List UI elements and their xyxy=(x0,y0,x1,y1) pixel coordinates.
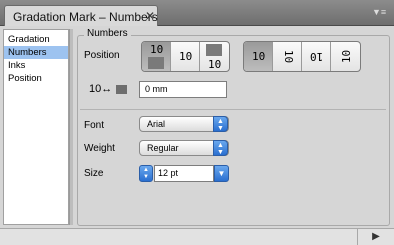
panel-body: Gradation Numbers Inks Position Numbers … xyxy=(0,26,394,228)
orientation-rotate-180-button[interactable]: 10 xyxy=(302,42,331,71)
close-icon[interactable]: ✕ xyxy=(145,9,155,23)
position-glyph: 10 xyxy=(252,50,266,63)
tab-gradation-mark-numbers[interactable]: Gradation Mark – Numbers ✕ xyxy=(4,5,158,27)
offset-icon: 10↔ xyxy=(89,83,113,95)
updown-arrows-icon: ▲ ▼ xyxy=(213,140,228,156)
orientation-segment-group: 10 10 10 10 xyxy=(243,41,361,72)
mark-square-icon xyxy=(148,57,164,69)
tab-title: Gradation Mark – Numbers xyxy=(13,10,158,24)
offset-square-icon xyxy=(116,85,127,94)
size-combo: ▲ ▼ 12 pt ▼ xyxy=(139,165,229,182)
list-item-position[interactable]: Position xyxy=(4,72,68,85)
rotated-glyph-icon: 10 xyxy=(340,49,354,64)
weight-label: Weight xyxy=(84,143,115,154)
tab-bar: Gradation Mark – Numbers ✕ ▼≡ xyxy=(0,0,394,27)
size-input[interactable]: 12 pt xyxy=(154,165,214,182)
rotated-glyph-icon: 10 xyxy=(310,50,324,63)
size-label: Size xyxy=(84,168,104,179)
position-glyph: 10 xyxy=(179,50,193,63)
panel-menu-icon[interactable]: ▼≡ xyxy=(372,7,386,17)
position-inside-button[interactable]: 10 xyxy=(171,42,200,71)
position-segment-group: 10 10 10 xyxy=(141,41,230,72)
position-below-button[interactable]: 10 xyxy=(200,42,229,71)
updown-arrows-icon: ▲ ▼ xyxy=(213,116,228,132)
font-value: Arial xyxy=(147,119,166,129)
position-glyph: 10 xyxy=(208,58,222,71)
offset-input[interactable]: 0 mm xyxy=(139,81,227,98)
weight-select[interactable]: Regular ▲ ▼ xyxy=(139,140,229,156)
status-bar: ▶ xyxy=(0,228,394,245)
divider xyxy=(80,109,386,110)
category-list: Gradation Numbers Inks Position xyxy=(3,29,69,225)
font-label: Font xyxy=(84,120,105,131)
position-label: Position xyxy=(84,50,120,61)
list-item-inks[interactable]: Inks xyxy=(4,59,68,72)
mark-square-icon xyxy=(206,44,222,56)
list-item-numbers[interactable]: Numbers xyxy=(4,46,68,59)
font-select[interactable]: Arial ▲ ▼ xyxy=(139,116,229,132)
size-dropdown-button[interactable]: ▼ xyxy=(214,165,229,182)
weight-value: Regular xyxy=(147,143,179,153)
position-glyph: 10 xyxy=(150,43,164,56)
position-above-button[interactable]: 10 xyxy=(142,42,171,71)
group-title: Numbers xyxy=(84,28,131,39)
orientation-rotate-270-button[interactable]: 10 xyxy=(331,42,360,71)
list-item-gradation[interactable]: Gradation xyxy=(4,33,68,46)
list-scrollbar[interactable] xyxy=(69,29,73,225)
size-stepper[interactable]: ▲ ▼ xyxy=(139,165,153,182)
orientation-normal-button[interactable]: 10 xyxy=(244,42,273,71)
rotated-glyph-icon: 10 xyxy=(282,49,296,64)
play-icon[interactable]: ▶ xyxy=(357,229,394,245)
orientation-rotate-90-button[interactable]: 10 xyxy=(273,42,302,71)
